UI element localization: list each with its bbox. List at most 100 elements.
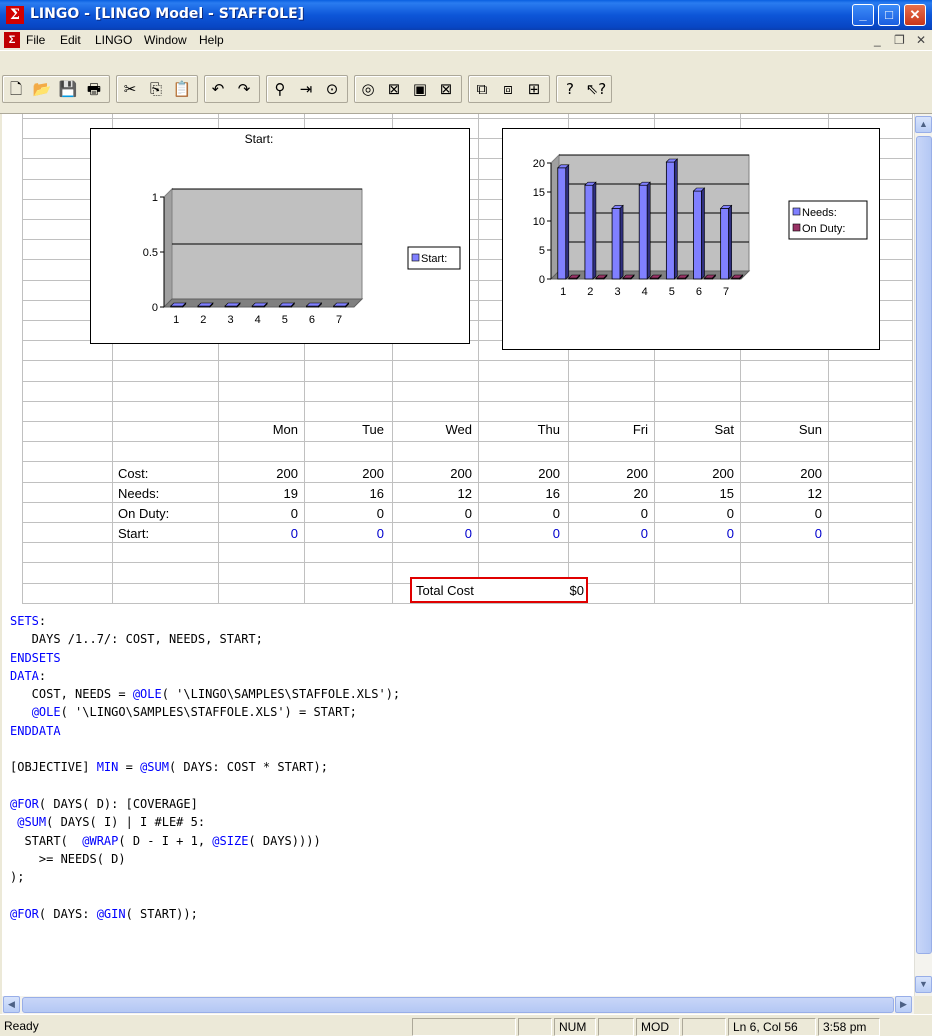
code-line[interactable]: @OLE( '\LINGO\SAMPLES\STAFFOLE.XLS') = S… — [10, 703, 900, 721]
on-duty-cell[interactable]: 0 — [782, 506, 822, 521]
menu-file[interactable]: File — [26, 33, 45, 47]
code-line[interactable]: DATA: — [10, 667, 900, 685]
scroll-up-icon[interactable]: ▲ — [915, 116, 932, 133]
horizontal-scroll-thumb[interactable] — [22, 997, 894, 1013]
copy-icon[interactable]: ⎘ — [144, 77, 168, 101]
code-line[interactable] — [10, 886, 900, 904]
undo-icon[interactable]: ↶ — [206, 77, 230, 101]
menu-bar: Σ File Edit LINGO Window Help _ ❐ ✕ — [0, 30, 932, 50]
start-cell[interactable]: 0 — [694, 526, 734, 541]
code-line[interactable]: [OBJECTIVE] MIN = @SUM( DAYS: COST * STA… — [10, 758, 900, 776]
on-duty-cell[interactable]: 0 — [608, 506, 648, 521]
menu-edit[interactable]: Edit — [60, 33, 81, 47]
needs-cell[interactable]: 16 — [520, 486, 560, 501]
embedded-spreadsheet[interactable]: Start: 0 0.5 1 1 2 3 4 5 6 7 Start: 0 5 10 15 20 1 2 3 4 5 6 7… — [22, 114, 913, 604]
code-line[interactable]: @FOR( DAYS: @GIN( START)); — [10, 905, 900, 923]
needs-cell[interactable]: 16 — [344, 486, 384, 501]
start-cell[interactable]: 0 — [344, 526, 384, 541]
on-duty-cell[interactable]: 0 — [344, 506, 384, 521]
needs-cell[interactable]: 20 — [608, 486, 648, 501]
mdi-close-button[interactable]: ✕ — [916, 33, 926, 47]
code-text: COST, NEEDS = — [10, 687, 133, 702]
needs-onduty-chart[interactable]: 0 5 10 15 20 1 2 3 4 5 6 7 Needs: On Duty: — [502, 128, 880, 350]
match-paren-icon[interactable]: ⊙ — [320, 77, 344, 101]
on-duty-cell[interactable]: 0 — [432, 506, 472, 521]
context-help-icon[interactable]: ⇖? — [584, 77, 608, 101]
start-cell[interactable]: 0 — [608, 526, 648, 541]
cost-cell[interactable]: 200 — [782, 466, 822, 481]
code-line[interactable]: @SUM( DAYS( I) | I #LE# 5: — [10, 813, 900, 831]
on-duty-cell[interactable]: 0 — [258, 506, 298, 521]
vertical-scrollbar[interactable]: ▲ ▼ — [914, 114, 932, 996]
code-line[interactable]: START( @WRAP( D - I + 1, @SIZE( DAYS)))) — [10, 832, 900, 850]
new-icon[interactable]: 🗋 — [4, 77, 28, 101]
paste-icon[interactable]: 📋 — [170, 77, 194, 101]
start-chart[interactable]: Start: 0 0.5 1 1 2 3 4 5 6 7 Start: — [90, 128, 470, 344]
code-line[interactable]: ENDSETS — [10, 649, 900, 667]
needs-cell[interactable]: 19 — [258, 486, 298, 501]
start-cell[interactable]: 0 — [520, 526, 560, 541]
model-editor[interactable]: Start: 0 0.5 1 1 2 3 4 5 6 7 Start: 0 5 10 15 20 1 2 3 4 5 6 7… — [2, 114, 914, 996]
solve-icon[interactable]: ◎ — [356, 77, 380, 101]
scroll-down-icon[interactable]: ▼ — [915, 976, 932, 993]
on-duty-cell[interactable]: 0 — [520, 506, 560, 521]
start-cell[interactable]: 0 — [782, 526, 822, 541]
scroll-left-icon[interactable]: ◀ — [3, 996, 20, 1013]
model-code[interactable]: SETS: DAYS /1..7/: COST, NEEDS, START; EN… — [10, 612, 900, 923]
on-duty-cell[interactable]: 0 — [694, 506, 734, 521]
needs-cell[interactable]: 15 — [694, 486, 734, 501]
cost-cell[interactable]: 200 — [694, 466, 734, 481]
status-blank-3 — [682, 1018, 726, 1036]
vertical-scroll-thumb[interactable] — [916, 136, 932, 954]
code-line[interactable]: ); — [10, 868, 900, 886]
close-all-icon[interactable]: ⊠ — [434, 77, 458, 101]
code-line[interactable] — [10, 777, 900, 795]
chart-ytick-label: 20 — [533, 158, 545, 170]
cut-icon[interactable]: ✂ — [118, 77, 142, 101]
cost-cell[interactable]: 200 — [520, 466, 560, 481]
status-mod: MOD — [636, 1018, 680, 1036]
tile-icon[interactable]: ⧉ — [470, 77, 494, 101]
print-icon[interactable]: 🖶 — [82, 77, 106, 101]
mdi-restore-button[interactable]: ❐ — [894, 33, 905, 47]
horizontal-scrollbar[interactable]: ◀ ▶ — [2, 996, 914, 1014]
code-line[interactable]: >= NEEDS( D) — [10, 850, 900, 868]
save-icon[interactable]: 💾 — [56, 77, 80, 101]
start-cell[interactable]: 0 — [432, 526, 472, 541]
code-line[interactable]: ENDDATA — [10, 722, 900, 740]
help-icon[interactable]: ? — [558, 77, 582, 101]
chart-xtick-label: 3 — [614, 286, 620, 298]
lingo-app-icon[interactable]: Σ — [6, 6, 24, 24]
code-line[interactable]: @FOR( DAYS( D): [COVERAGE] — [10, 795, 900, 813]
cost-cell[interactable]: 200 — [608, 466, 648, 481]
code-line[interactable] — [10, 740, 900, 758]
code-line[interactable]: SETS: — [10, 612, 900, 630]
close-button[interactable]: ✕ — [904, 4, 926, 26]
scroll-right-icon[interactable]: ▶ — [895, 996, 912, 1013]
needs-cell[interactable]: 12 — [432, 486, 472, 501]
menu-window[interactable]: Window — [144, 33, 187, 47]
document-icon[interactable]: Σ — [4, 32, 20, 48]
cascade-icon[interactable]: ⊞ — [522, 77, 546, 101]
code-keyword: ENDSETS — [10, 650, 61, 665]
needs-cell[interactable]: 12 — [782, 486, 822, 501]
title-bar[interactable]: Σ LINGO - [LINGO Model - STAFFOLE] _ □ ✕ — [0, 0, 932, 30]
maximize-button[interactable]: □ — [878, 4, 900, 26]
cost-cell[interactable]: 200 — [258, 466, 298, 481]
mdi-minimize-button[interactable]: _ — [874, 33, 881, 47]
code-line[interactable]: DAYS /1..7/: COST, NEEDS, START; — [10, 630, 900, 648]
cost-cell[interactable]: 200 — [344, 466, 384, 481]
menu-help[interactable]: Help — [199, 33, 224, 47]
code-line[interactable]: COST, NEEDS = @OLE( '\LINGO\SAMPLES\STAF… — [10, 685, 900, 703]
matrix-picture-icon[interactable]: ▣ — [408, 77, 432, 101]
redo-icon[interactable]: ↷ — [232, 77, 256, 101]
minimize-button[interactable]: _ — [852, 4, 874, 26]
menu-lingo[interactable]: LINGO — [95, 33, 132, 47]
start-cell[interactable]: 0 — [258, 526, 298, 541]
find-icon[interactable]: ⚲ — [268, 77, 292, 101]
goto-line-icon[interactable]: ⇥ — [294, 77, 318, 101]
send-to-back-icon[interactable]: ⧈ — [496, 77, 520, 101]
solution-icon[interactable]: ⊠ — [382, 77, 406, 101]
cost-cell[interactable]: 200 — [432, 466, 472, 481]
open-icon[interactable]: 📂 — [30, 77, 54, 101]
